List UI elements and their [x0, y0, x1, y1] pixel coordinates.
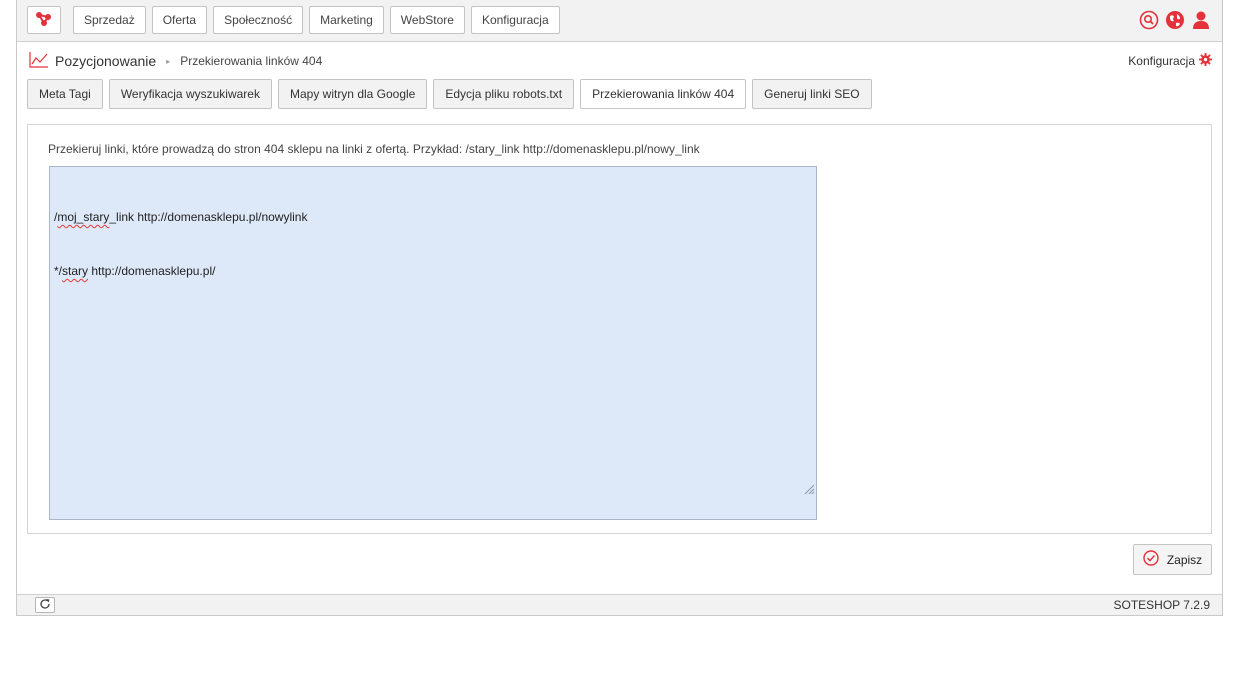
configuration-link-label: Konfiguracja — [1128, 54, 1195, 68]
menu-item-webstore[interactable]: WebStore — [389, 6, 465, 34]
menu-item-sprzedaz[interactable]: Sprzedaż — [73, 6, 146, 34]
editor-line: */stary http://domenasklepu.pl/ — [54, 262, 812, 280]
tab-edycja-robots[interactable]: Edycja pliku robots.txt — [433, 79, 575, 109]
line-rest: http://domenasklepu.pl/ — [88, 264, 216, 278]
misspelled-word: stary — [62, 264, 89, 278]
tab-weryfikacja-wyszukiwarek[interactable]: Weryfikacja wyszukiwarek — [108, 79, 272, 109]
main-menu: Sprzedaż Oferta Społeczność Marketing We… — [73, 6, 560, 34]
configuration-link[interactable]: Konfiguracja — [1128, 53, 1212, 69]
menu-item-spolecznosc[interactable]: Społeczność — [213, 6, 304, 34]
section-tabs: Meta Tagi Weryfikacja wyszukiwarek Mapy … — [27, 79, 872, 109]
gear-icon — [1199, 53, 1212, 69]
misspelled-word: moj_stary — [57, 210, 110, 224]
logo-button[interactable] — [27, 6, 61, 34]
save-button-label: Zapisz — [1166, 552, 1203, 567]
tab-meta-tagi[interactable]: Meta Tagi — [27, 79, 103, 109]
chart-line-icon — [29, 51, 49, 71]
redirects-textarea[interactable]: /moj_stary_link http://domenasklepu.pl/n… — [49, 166, 817, 520]
menu-item-oferta[interactable]: Oferta — [151, 6, 208, 34]
refresh-button[interactable] — [35, 597, 55, 613]
breadcrumb: Pozycjonowanie ▸ Przekierowania linków 4… — [29, 51, 322, 71]
app-window: Sprzedaż Oferta Społeczność Marketing We… — [16, 0, 1223, 616]
tab-generuj-linki-seo[interactable]: Generuj linki SEO — [752, 79, 872, 109]
content-panel: Przekieruj linki, które prowadzą do stro… — [27, 124, 1212, 534]
check-circle-icon — [1143, 550, 1159, 569]
line-rest: _link http://domenasklepu.pl/nowylink — [109, 210, 308, 224]
menu-item-konfiguracja[interactable]: Konfiguracja — [470, 6, 560, 34]
search-icon[interactable] — [1138, 9, 1160, 31]
refresh-icon — [39, 598, 51, 613]
globe-icon[interactable] — [1164, 9, 1186, 31]
editor-line: /moj_stary_link http://domenasklepu.pl/n… — [54, 208, 812, 226]
version-label: SOTESHOP 7.2.9 — [1113, 598, 1211, 612]
breadcrumb-title[interactable]: Pozycjonowanie — [55, 53, 156, 69]
footer-bar: SOTESHOP 7.2.9 — [17, 594, 1222, 615]
breadcrumb-separator: ▸ — [166, 56, 171, 66]
user-icon[interactable] — [1190, 9, 1212, 31]
line-prefix: */ — [54, 264, 63, 278]
breadcrumb-current: Przekierowania linków 404 — [180, 54, 323, 68]
save-button[interactable]: Zapisz — [1133, 544, 1212, 575]
tab-mapy-witryn[interactable]: Mapy witryn dla Google — [277, 79, 428, 109]
resize-handle-icon[interactable] — [777, 464, 815, 518]
top-navigation-bar: Sprzedaż Oferta Społeczność Marketing We… — [17, 0, 1222, 42]
menu-item-marketing[interactable]: Marketing — [309, 6, 384, 34]
share-nodes-icon — [35, 11, 53, 30]
redirect-hint: Przekieruj linki, które prowadzą do stro… — [48, 142, 700, 156]
top-icons — [1138, 9, 1212, 31]
tab-przekierowania-404[interactable]: Przekierowania linków 404 — [580, 79, 747, 109]
